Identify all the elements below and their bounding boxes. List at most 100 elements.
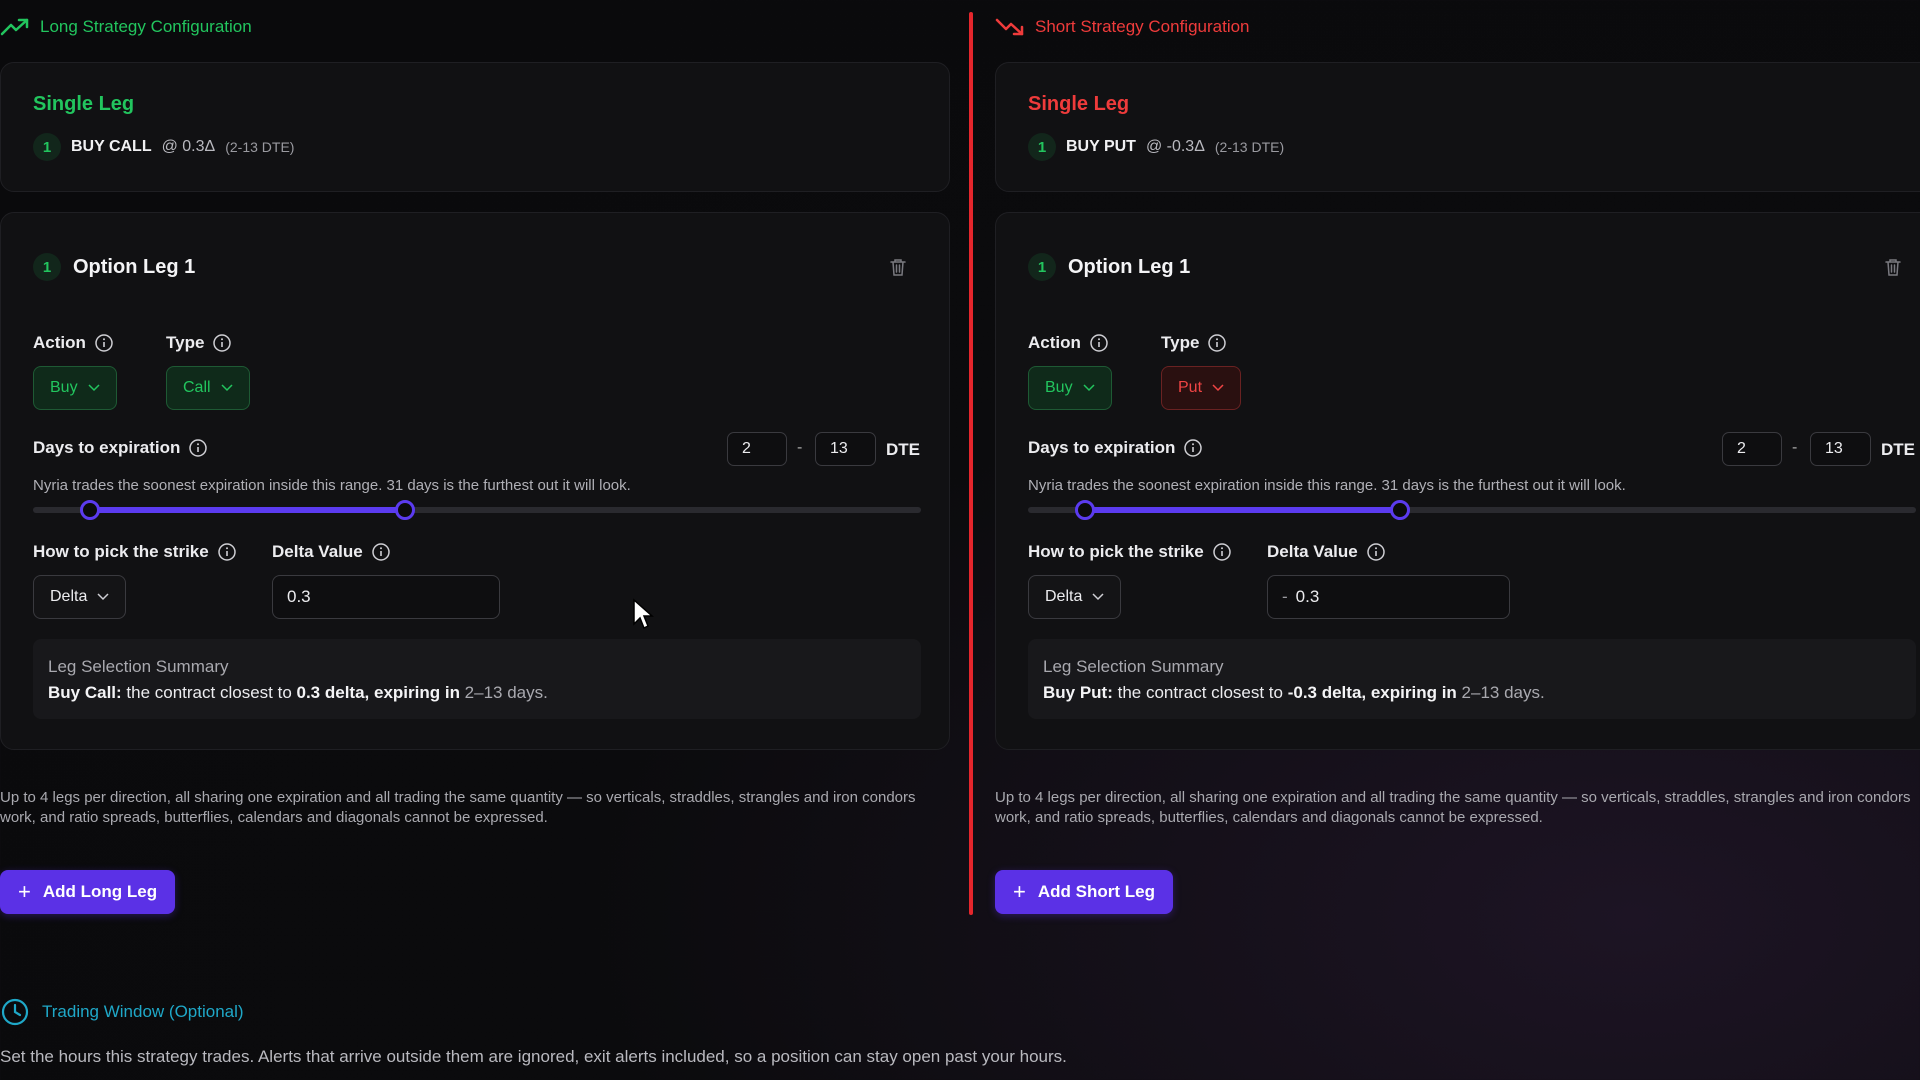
slider-max-handle[interactable]	[1390, 500, 1411, 520]
long-section-title: Long Strategy Configuration	[0, 16, 252, 38]
slider-min-handle[interactable]	[1075, 500, 1096, 520]
days-to-expiration-label: Days to expiration	[33, 438, 208, 458]
type-label: Type	[1161, 333, 1227, 353]
slider-fill	[1085, 507, 1401, 513]
info-icon[interactable]	[1089, 333, 1109, 353]
long-option-leg-card: 1 Option Leg 1 Action Type Buy Call Days…	[0, 212, 950, 750]
info-icon[interactable]	[1207, 333, 1227, 353]
info-icon[interactable]	[188, 438, 208, 458]
dte-min-input[interactable]: 2	[727, 432, 787, 466]
type-dropdown[interactable]: Call	[166, 366, 250, 410]
column-divider	[969, 12, 973, 915]
chevron-down-icon	[1092, 593, 1104, 601]
slider-max-handle[interactable]	[395, 500, 416, 520]
summary-days: 2–13 days.	[1461, 683, 1545, 702]
summary-mid: the contract closest to	[121, 683, 297, 702]
add-short-leg-label: Add Short Leg	[1037, 882, 1155, 901]
summary-text: Buy Put: the contract closest to -0.3 de…	[1043, 683, 1901, 703]
dte-range-dash: -	[797, 439, 803, 456]
info-icon[interactable]	[212, 333, 232, 353]
action-label-text: Action	[1028, 333, 1081, 352]
chevron-down-icon	[97, 593, 109, 601]
summary-leg-delta: @ -0.3Δ	[1145, 138, 1205, 155]
delta-value-input[interactable]: - 0.3	[1267, 575, 1510, 619]
days-to-expiration-label: Days to expiration	[1028, 438, 1203, 458]
short-summary-leg: 1 BUY PUT @ -0.3Δ (2-13 DTE)	[1028, 133, 1284, 161]
strike-method-value: Delta	[1045, 588, 1083, 605]
leg-number-badge: 1	[33, 133, 61, 161]
action-dropdown-value: Buy	[50, 379, 78, 396]
trading-window-header[interactable]: Trading Window (Optional)	[0, 997, 244, 1027]
summary-text: Buy Call: the contract closest to 0.3 de…	[48, 683, 906, 703]
dte-max-input[interactable]: 13	[1810, 432, 1871, 466]
short-strategy-summary-card: Single Leg 1 BUY PUT @ -0.3Δ (2-13 DTE)	[995, 62, 1920, 192]
add-short-leg-button[interactable]: + Add Short Leg	[995, 870, 1173, 914]
type-label-text: Type	[1161, 333, 1200, 352]
type-label: Type	[166, 333, 232, 353]
summary-leg-dte: (2-13 DTE)	[1214, 139, 1285, 155]
legs-footnote: Up to 4 legs per direction, all sharing …	[0, 789, 916, 826]
summary-delta: 0.3 delta	[296, 683, 365, 702]
strike-method-label: How to pick the strike	[33, 542, 237, 562]
strike-method-value: Delta	[50, 588, 88, 605]
delta-value-input[interactable]: 0.3	[272, 575, 500, 619]
type-dropdown-value: Call	[183, 379, 211, 396]
dte-max-input[interactable]: 13	[815, 432, 876, 466]
add-long-leg-button[interactable]: + Add Long Leg	[0, 870, 176, 914]
chevron-down-icon	[1212, 384, 1224, 392]
clock-icon	[1, 998, 29, 1026]
summary-leg-action: BUY PUT	[1066, 138, 1136, 155]
info-icon[interactable]	[1183, 438, 1203, 458]
strike-label-text: How to pick the strike	[33, 542, 209, 561]
trash-icon[interactable]	[1884, 257, 1902, 277]
long-summary-leg: 1 BUY CALL @ 0.3Δ (2-13 DTE)	[33, 133, 294, 161]
legs-footnote: Up to 4 legs per direction, all sharing …	[995, 789, 1911, 826]
summary-leg-delta: @ 0.3Δ	[161, 138, 216, 155]
type-label-text: Type	[166, 333, 205, 352]
trend-up-icon	[0, 18, 29, 36]
type-dropdown[interactable]: Put	[1161, 366, 1242, 410]
long-strategy-name: Single Leg	[33, 93, 135, 115]
action-dropdown[interactable]: Buy	[1028, 366, 1112, 410]
dte-help-text: Nyria trades the soonest expiration insi…	[33, 477, 631, 494]
add-long-leg-label: Add Long Leg	[42, 882, 158, 901]
leg-header: 1 Option Leg 1	[1028, 253, 1190, 281]
summary-exp: , expiring in	[1361, 683, 1462, 702]
summary-title: Leg Selection Summary	[1043, 657, 1224, 676]
info-icon[interactable]	[94, 333, 114, 353]
strike-method-dropdown[interactable]: Delta	[33, 575, 127, 619]
dte-min-input[interactable]: 2	[1722, 432, 1782, 466]
slider-fill	[90, 507, 406, 513]
leg-title: Option Leg 1	[1068, 255, 1191, 278]
delta-value-text: 0.3	[287, 587, 311, 606]
delta-value-label: Delta Value	[1267, 542, 1386, 562]
dte-range-slider[interactable]	[33, 500, 921, 520]
dte-range-slider[interactable]	[1028, 500, 1916, 520]
action-label: Action	[33, 333, 114, 353]
summary-action: Buy Call:	[48, 683, 122, 702]
info-icon[interactable]	[1212, 542, 1232, 562]
summary-title: Leg Selection Summary	[48, 657, 229, 676]
chevron-down-icon	[221, 384, 233, 392]
action-dropdown[interactable]: Buy	[33, 366, 117, 410]
slider-min-handle[interactable]	[80, 500, 101, 520]
leg-selection-summary: Leg Selection Summary Buy Call: the cont…	[33, 639, 921, 719]
long-section-title-text: Long Strategy Configuration	[40, 17, 252, 36]
dte-range-dash: -	[1792, 439, 1798, 456]
dte-unit-label: DTE	[1881, 440, 1915, 459]
delta-label-text: Delta Value	[1267, 542, 1358, 561]
strike-method-dropdown[interactable]: Delta	[1028, 575, 1122, 619]
plus-icon: +	[18, 879, 31, 904]
info-icon[interactable]	[217, 542, 237, 562]
info-icon[interactable]	[371, 542, 391, 562]
leg-number-badge: 1	[1028, 133, 1056, 161]
info-icon[interactable]	[1366, 542, 1386, 562]
leg-title: Option Leg 1	[73, 255, 196, 278]
trading-window-title: Trading Window (Optional)	[42, 1002, 244, 1021]
delta-sign: -	[1282, 587, 1288, 606]
leg-number-badge: 1	[1028, 253, 1056, 281]
short-strategy-name: Single Leg	[1028, 93, 1130, 115]
summary-exp: , expiring in	[364, 683, 465, 702]
delta-label-text: Delta Value	[272, 542, 363, 561]
trash-icon[interactable]	[889, 257, 907, 277]
